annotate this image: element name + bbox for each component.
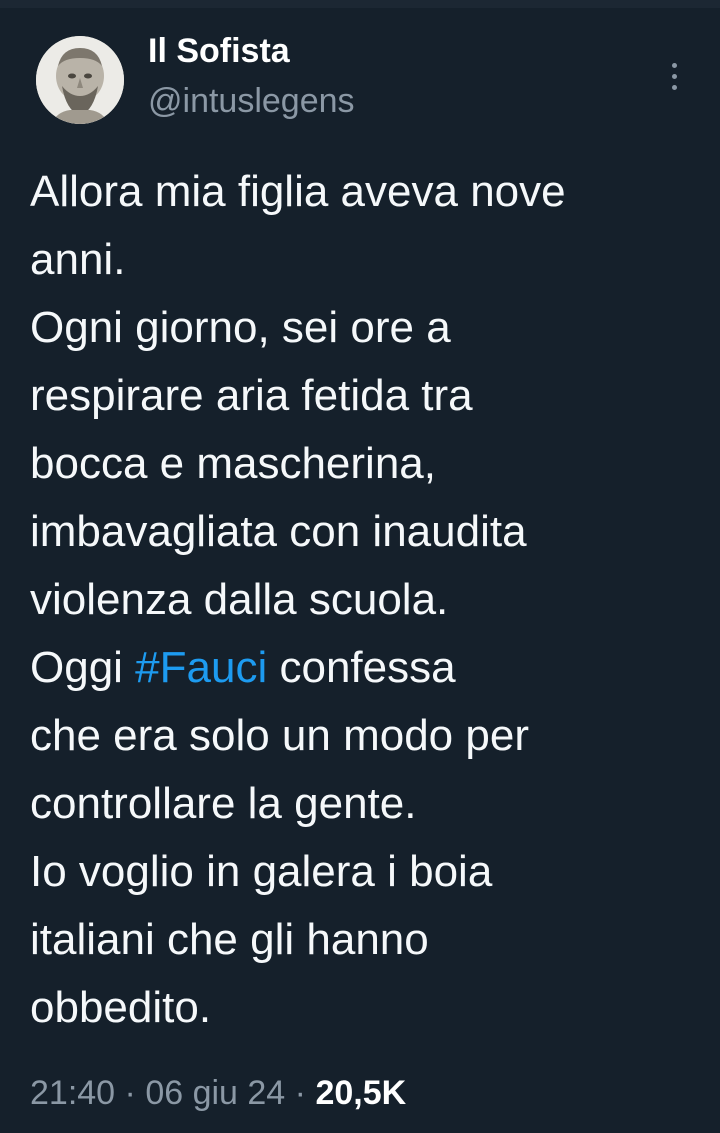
philosopher-bust-icon: [36, 36, 124, 124]
tweet-line: anni.: [30, 235, 126, 284]
tweet-line: Ogni giorno, sei ore a: [30, 303, 451, 352]
tweet-meta: 21:40 · 06 giu 24 · 20,5K: [30, 1074, 406, 1113]
meta-separator: ·: [115, 1074, 146, 1112]
author-display-name[interactable]: Il Sofista: [148, 32, 290, 71]
tweet-line: che era solo un modo per: [30, 711, 529, 760]
tweet-line: respirare aria fetida tra: [30, 371, 473, 420]
more-dot: [671, 62, 677, 68]
tweet-line: obbedito.: [30, 983, 212, 1032]
more-options-icon[interactable]: [662, 48, 686, 104]
tweet-line: controllare la gente.: [30, 779, 417, 828]
tweet-text: Allora mia figlia aveva nove anni. Ogni …: [30, 158, 690, 1042]
view-count[interactable]: 20,5K: [315, 1074, 406, 1112]
tweet-time[interactable]: 21:40: [30, 1074, 115, 1112]
tweet-line: Oggi #Fauci confessa: [30, 634, 690, 702]
tweet-line: italiani che gli hanno: [30, 915, 429, 964]
tweet-text-fragment: confessa: [267, 643, 456, 692]
author-handle[interactable]: @intuslegens: [148, 82, 355, 121]
hashtag-link[interactable]: #Fauci: [135, 643, 267, 692]
tweet-header: Il Sofista @intuslegens: [36, 28, 696, 138]
tweet-line: bocca e mascherina,: [30, 439, 436, 488]
tweet-line: violenza dalla scuola.: [30, 575, 449, 624]
tweet-date[interactable]: 06 giu 24: [145, 1074, 285, 1112]
avatar[interactable]: [36, 36, 124, 124]
more-dot: [671, 84, 677, 90]
tweet-line: Io voglio in galera i boia: [30, 847, 493, 896]
tweet-text-fragment: Oggi: [30, 643, 136, 692]
more-dot: [671, 73, 677, 79]
tweet-line: imbavagliata con inaudita: [30, 507, 527, 556]
tweet-line: Allora mia figlia aveva nove: [30, 167, 566, 216]
top-divider: [0, 0, 720, 8]
meta-separator: ·: [285, 1074, 316, 1112]
